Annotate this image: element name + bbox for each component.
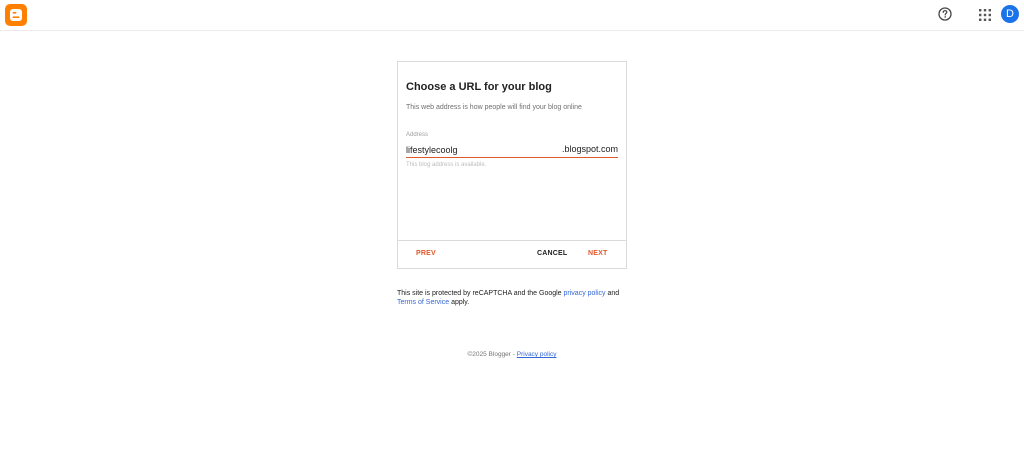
- card-title: Choose a URL for your blog: [406, 81, 552, 93]
- legal-text-after: apply.: [449, 299, 470, 306]
- choose-url-card: Choose a URL for your blog This web addr…: [397, 61, 627, 269]
- address-suffix: .blogspot.com: [561, 144, 618, 154]
- copyright-text: ©2025 Blogger -: [467, 351, 517, 358]
- footer-privacy-link[interactable]: Privacy policy: [517, 351, 557, 358]
- apps-grid-icon[interactable]: [978, 8, 992, 22]
- recaptcha-notice: This site is protected by reCAPTCHA and …: [397, 289, 637, 307]
- page-footer: ©2025 Blogger - Privacy policy: [0, 351, 1024, 358]
- card-actions: PREV CANCEL NEXT: [398, 240, 626, 268]
- address-availability-text: This blog address is available.: [406, 162, 487, 168]
- help-icon[interactable]: [937, 6, 953, 22]
- card-subtitle: This web address is how people will find…: [406, 104, 582, 111]
- terms-of-service-link[interactable]: Terms of Service: [397, 299, 449, 306]
- legal-text-and: and: [605, 290, 620, 297]
- blogger-logo-icon[interactable]: [5, 4, 27, 26]
- address-label: Address: [406, 132, 429, 138]
- top-bar: D: [0, 0, 1024, 31]
- privacy-policy-link[interactable]: privacy policy: [564, 290, 606, 297]
- address-field: .blogspot.com: [406, 143, 618, 158]
- cancel-button[interactable]: CANCEL: [537, 250, 567, 257]
- legal-text-before: This site is protected by reCAPTCHA and …: [397, 290, 564, 297]
- account-avatar[interactable]: D: [1001, 5, 1019, 23]
- next-button[interactable]: NEXT: [588, 250, 607, 257]
- address-input[interactable]: [406, 143, 556, 157]
- prev-button[interactable]: PREV: [416, 250, 436, 257]
